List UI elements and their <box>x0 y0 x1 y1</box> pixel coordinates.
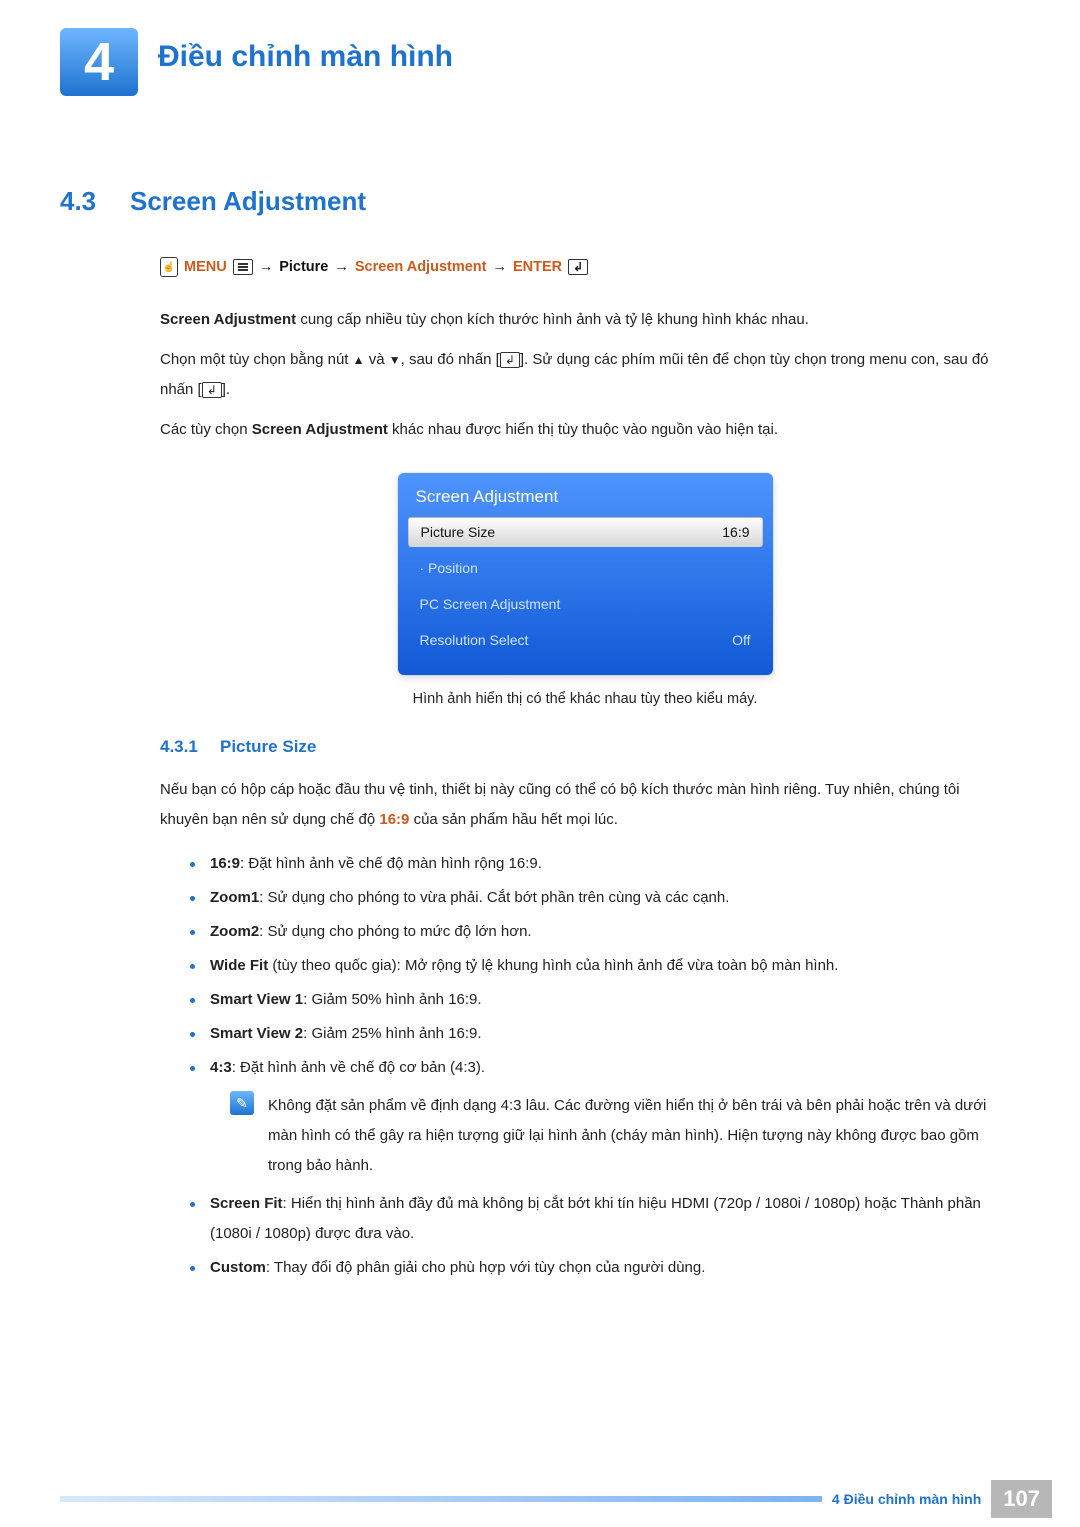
osd-row-label: Picture Size <box>421 524 496 540</box>
nav-arrow: → <box>334 259 349 275</box>
page-footer: 4 Điều chỉnh màn hình 107 <box>0 1471 1080 1527</box>
subsection-title: Picture Size <box>220 737 316 757</box>
list-item: Smart View 2: Giảm 25% hình ảnh 16:9. <box>190 1019 1010 1049</box>
list-item: 16:9: Đặt hình ảnh về chế độ màn hình rộ… <box>190 849 1010 879</box>
opt-desc: (tùy theo quốc gia): Mở rộng tỷ lệ khung… <box>268 957 838 974</box>
nav-arrow: → <box>492 259 507 275</box>
p2e: ]. <box>222 381 230 398</box>
ps-intro-b: của sản phẩm hầu hết mọi lúc. <box>409 811 617 828</box>
intro-bold: Screen Adjustment <box>160 311 296 328</box>
list-item: Zoom2: Sử dụng cho phóng to mức độ lớn h… <box>190 917 1010 947</box>
opt-name: Smart View 1 <box>210 991 303 1008</box>
opt-name: Screen Fit <box>210 1195 283 1212</box>
osd-row-position: · Position <box>408 553 763 583</box>
menu-navigation-path: ☝ MENU → Picture → Screen Adjustment → E… <box>160 257 1010 277</box>
footer-gradient-bar <box>60 1496 822 1502</box>
picture-size-intro: Nếu bạn có hộp cáp hoặc đầu thu vệ tinh,… <box>160 775 1010 835</box>
opt-name: Wide Fit <box>210 957 268 974</box>
enter-icon <box>500 352 520 368</box>
opt-name: Zoom1 <box>210 889 259 906</box>
chapter-header: 4 Điều chỉnh màn hình <box>60 28 1020 96</box>
list-item: Smart View 1: Giảm 50% hình ảnh 16:9. <box>190 985 1010 1015</box>
chapter-title: Điều chỉnh màn hình <box>158 40 453 74</box>
nav-enter-label: ENTER <box>513 259 562 275</box>
triangle-up-icon: ▲ <box>353 353 365 367</box>
list-item: Custom: Thay đổi độ phân giải cho phù hợ… <box>190 1253 1010 1283</box>
opt-desc: : Giảm 25% hình ảnh 16:9. <box>303 1025 481 1042</box>
osd-row-value: 16:9 <box>722 524 749 540</box>
opt-name: 16:9 <box>210 855 240 872</box>
section-title: Screen Adjustment <box>130 186 366 217</box>
subsection-number: 4.3.1 <box>160 737 220 757</box>
list-item: Screen Fit: Hiển thị hình ảnh đầy đủ mà … <box>190 1189 1010 1249</box>
list-item: Wide Fit (tùy theo quốc gia): Mở rộng tỷ… <box>190 951 1010 981</box>
chapter-number-box: 4 <box>60 28 138 96</box>
osd-panel: Screen Adjustment Picture Size 16:9 · Po… <box>398 473 773 675</box>
section-header: 4.3 Screen Adjustment <box>60 186 1020 217</box>
osd-row-label: · Position <box>420 560 478 576</box>
triangle-down-icon: ▼ <box>389 353 401 367</box>
list-item: 4:3: Đặt hình ảnh về chế độ cơ bản (4:3)… <box>190 1053 1010 1181</box>
footer-chapter-line: 4 Điều chỉnh màn hình <box>832 1491 981 1507</box>
nav-picture-label: Picture <box>279 259 328 275</box>
subsection-header: 4.3.1 Picture Size <box>160 737 1020 757</box>
picture-size-options: 16:9: Đặt hình ảnh về chế độ màn hình rộ… <box>190 849 1010 1283</box>
enter-icon <box>202 382 222 398</box>
ps-intro-bold: 16:9 <box>379 811 409 828</box>
menu-icon <box>233 259 253 275</box>
enter-icon <box>568 259 588 275</box>
opt-desc: : Thay đổi độ phân giải cho phù hợp với … <box>266 1259 706 1276</box>
osd-caption: Hình ảnh hiển thị có thể khác nhau tùy t… <box>160 691 1010 707</box>
osd-row-value: Off <box>732 632 750 648</box>
osd-title: Screen Adjustment <box>398 473 773 517</box>
opt-desc: : Đặt hình ảnh về chế độ màn hình rộng 1… <box>240 855 542 872</box>
p2b: và <box>365 351 389 368</box>
osd-row-picture-size: Picture Size 16:9 <box>408 517 763 547</box>
intro-rest: cung cấp nhiều tùy chọn kích thước hình … <box>296 311 809 328</box>
list-item: Zoom1: Sử dụng cho phóng to vừa phải. Cắ… <box>190 883 1010 913</box>
osd-row-resolution-select: Resolution Select Off <box>408 625 763 655</box>
osd-row-label: Resolution Select <box>420 632 529 648</box>
intro-paragraph-1: Screen Adjustment cung cấp nhiều tùy chọ… <box>160 305 1010 335</box>
osd-row-pc-screen-adj: PC Screen Adjustment <box>408 589 763 619</box>
note-icon: ✎ <box>230 1091 254 1115</box>
opt-desc: : Sử dụng cho phóng to mức độ lớn hơn. <box>259 923 531 940</box>
p3b: khác nhau được hiển thị tùy thuộc vào ng… <box>388 421 778 438</box>
note-text: Không đặt sản phẩm về định dạng 4:3 lâu.… <box>268 1091 1010 1181</box>
opt-name: Smart View 2 <box>210 1025 303 1042</box>
opt-name: Custom <box>210 1259 266 1276</box>
opt-name: 4:3 <box>210 1059 232 1076</box>
p3a: Các tùy chọn <box>160 421 252 438</box>
p2a: Chọn một tùy chọn bằng nút <box>160 351 353 368</box>
opt-name: Zoom2 <box>210 923 259 940</box>
opt-desc: : Hiển thị hình ảnh đầy đủ mà không bị c… <box>210 1195 981 1242</box>
p2c: , sau đó nhấn [ <box>401 351 500 368</box>
section-number: 4.3 <box>60 186 130 217</box>
p3-bold: Screen Adjustment <box>252 421 388 438</box>
intro-paragraph-2: Chọn một tùy chọn bằng nút ▲ và ▼, sau đ… <box>160 345 1010 405</box>
nav-arrow: → <box>259 259 274 275</box>
note-box: ✎ Không đặt sản phẩm về định dạng 4:3 lâ… <box>230 1091 1010 1181</box>
opt-desc: : Đặt hình ảnh về chế độ cơ bản (4:3). <box>232 1059 485 1076</box>
footer-page-number: 107 <box>991 1480 1052 1518</box>
nav-screen-adj-label: Screen Adjustment <box>355 259 487 275</box>
intro-paragraph-3: Các tùy chọn Screen Adjustment khác nhau… <box>160 415 1010 445</box>
opt-desc: : Giảm 50% hình ảnh 16:9. <box>303 991 481 1008</box>
remote-icon: ☝ <box>160 257 178 277</box>
opt-desc: : Sử dụng cho phóng to vừa phải. Cắt bớt… <box>259 889 729 906</box>
osd-row-label: PC Screen Adjustment <box>420 596 561 612</box>
nav-menu-label: MENU <box>184 259 227 275</box>
